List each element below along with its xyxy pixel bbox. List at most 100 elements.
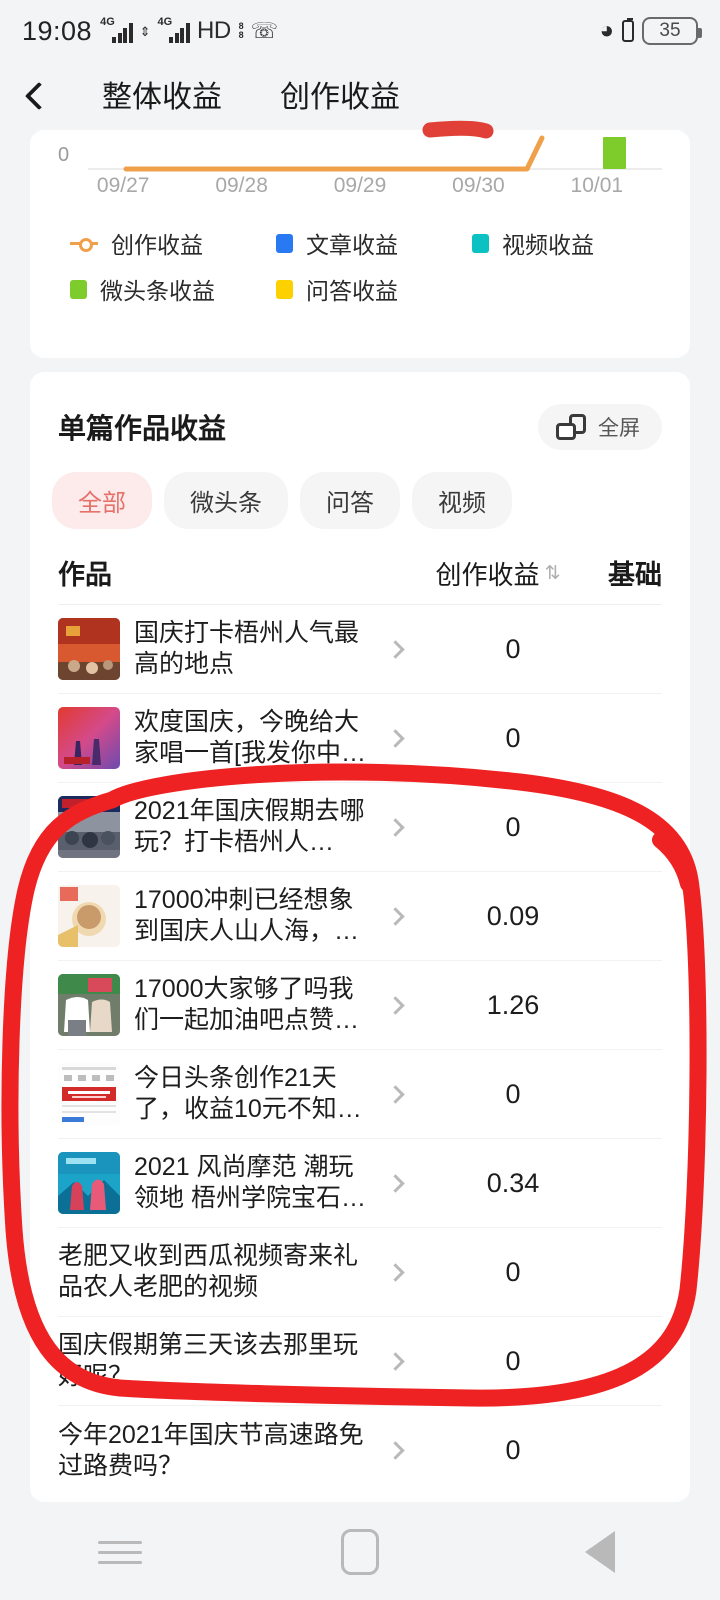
- legend-swatch-video-icon: [472, 233, 489, 253]
- row-chevron-icon[interactable]: [372, 817, 418, 837]
- table-row[interactable]: 今年2021年国庆节高速路免过路费吗？ 0: [58, 1406, 662, 1495]
- table-row[interactable]: 2021年国庆假期去哪玩？打卡梧州人… 0: [58, 783, 662, 872]
- legend-item-article[interactable]: 文章收益: [276, 226, 472, 260]
- status-bar-left: 19:08 4G ⇕ 4G HD 8 8 ☏: [22, 16, 278, 47]
- chart-legend: 创作收益 文章收益 视频收益 微头条收益 问答收益: [30, 220, 690, 312]
- work-income-value: 0: [505, 1435, 521, 1465]
- hd-sim-icon: 8 8: [239, 22, 244, 40]
- system-home-button[interactable]: [300, 1522, 420, 1582]
- home-icon: [341, 1529, 379, 1575]
- work-title: 今日头条创作21天了，收益10元不知…: [134, 1064, 362, 1123]
- work-income-value: 1.26: [486, 989, 540, 1020]
- column-header-income[interactable]: 创作收益 ⇅: [385, 555, 608, 592]
- filter-chip-group: 全部 微头条 问答 视频: [30, 450, 690, 529]
- tab-overall-income[interactable]: 整体收益: [102, 72, 222, 120]
- work-title: 今年2021年国庆节高速路免过路费吗？: [58, 1420, 364, 1480]
- legend-line-marker-icon: [70, 237, 98, 252]
- work-income-value: 0: [505, 811, 521, 842]
- legend-label-article: 文章收益: [306, 232, 398, 258]
- work-thumbnail: [58, 885, 120, 947]
- network-type-1: 4G: [100, 16, 115, 28]
- row-chevron-icon[interactable]: [372, 906, 418, 926]
- legend-row-2: 微头条收益 问答收益: [70, 266, 650, 312]
- system-back-button[interactable]: [540, 1522, 660, 1582]
- work-income-value: 0: [505, 633, 521, 664]
- work-thumbnail: [58, 1152, 120, 1214]
- x-tick-0: 09/27: [96, 174, 150, 197]
- row-chevron-icon[interactable]: [372, 1173, 418, 1193]
- work-thumbnail: [58, 618, 120, 680]
- phone-screen: 19:08 4G ⇕ 4G HD 8 8 ☏ ◕ 35 整体收益 创作收益 0 …: [0, 0, 720, 1600]
- work-title: 2021 风尚摩范 潮玩领地 梧州学院宝石…: [134, 1153, 366, 1212]
- legend-item-qa[interactable]: 问答收益: [276, 272, 472, 306]
- list-card-title: 单篇作品收益: [58, 413, 227, 444]
- table-row[interactable]: 国庆假期第三天该去那里玩好呢？ 0: [58, 1317, 662, 1406]
- table-row[interactable]: 17000冲刺已经想象到国庆人山人海，… 0.09: [58, 872, 662, 961]
- legend-row-1: 创作收益 文章收益 视频收益: [70, 220, 650, 266]
- work-title: 国庆假期第三天该去那里玩好呢？: [58, 1331, 359, 1390]
- work-title: 国庆打卡梧州人气最高的地点: [134, 619, 360, 678]
- legend-label-video: 视频收益: [502, 232, 594, 258]
- hd-sim-bottom: 8: [238, 30, 244, 40]
- list-card-header: 单篇作品收益 全屏: [30, 372, 690, 450]
- row-chevron-icon[interactable]: [372, 1441, 418, 1460]
- system-menu-button[interactable]: [60, 1522, 180, 1582]
- row-chevron-icon[interactable]: [372, 1084, 418, 1104]
- income-chart-card: 0 09/27 09/28 09/29 09/30 10/01 创作收益 文章收…: [30, 130, 690, 358]
- signal-icon-2: 4G: [156, 16, 190, 43]
- table-row[interactable]: 2021 风尚摩范 潮玩领地 梧州学院宝石… 0.34: [58, 1139, 662, 1228]
- row-chevron-icon[interactable]: [372, 995, 418, 1015]
- x-tick-4: 10/01: [570, 174, 624, 197]
- chip-video[interactable]: 视频: [412, 472, 512, 529]
- single-work-income-card: 单篇作品收益 全屏 全部 微头条 问答 视频 作品 创作收益 ⇅ 基础 国庆打卡…: [30, 372, 690, 1502]
- rotate-fullscreen-icon: [556, 414, 586, 440]
- chip-weitoutiao[interactable]: 微头条: [164, 472, 288, 529]
- legend-label-creation: 创作收益: [111, 232, 203, 258]
- chart-plot-area: 0 09/27 09/28 09/29 09/30 10/01: [30, 130, 690, 210]
- table-row[interactable]: 17000大家够了吗我们一起加油吧点赞… 1.26: [58, 961, 662, 1050]
- legend-swatch-article-icon: [276, 233, 293, 253]
- x-tick-1: 09/28: [215, 174, 268, 197]
- battery-level: 35: [659, 20, 681, 41]
- chip-qa[interactable]: 问答: [300, 472, 400, 529]
- system-navigation-bar: [0, 1504, 720, 1600]
- battery-icon: 35: [642, 17, 702, 45]
- legend-item-creation[interactable]: 创作收益: [70, 226, 276, 260]
- legend-item-weitoutiao[interactable]: 微头条收益: [70, 272, 276, 306]
- legend-swatch-weitoutiao-icon: [70, 279, 87, 299]
- work-title: 老肥又收到西瓜视频寄来礼品农人老肥的视频: [58, 1242, 359, 1301]
- x-tick-3: 09/30: [452, 174, 505, 197]
- work-thumbnail: [58, 796, 120, 858]
- toutiao-bar-1001: [603, 137, 626, 169]
- row-chevron-icon[interactable]: [372, 639, 418, 659]
- column-header-work: 作品: [58, 560, 112, 590]
- table-row[interactable]: 欢度国庆，今晚给大家唱一首[我发你中… 0: [58, 694, 662, 783]
- legend-swatch-qa-icon: [276, 279, 293, 299]
- table-row[interactable]: 国庆打卡梧州人气最高的地点 0: [58, 605, 662, 694]
- fullscreen-label: 全屏: [598, 417, 640, 440]
- sort-updown-icon[interactable]: ⇅: [545, 562, 561, 585]
- legend-item-video[interactable]: 视频收益: [472, 226, 594, 260]
- status-time: 19:08: [22, 15, 93, 46]
- tab-creation-income[interactable]: 创作收益: [280, 72, 400, 120]
- creation-income-line: [123, 135, 545, 172]
- row-chevron-icon[interactable]: [372, 1351, 418, 1371]
- table-row[interactable]: 今日头条创作21天了，收益10元不知… 0: [58, 1050, 662, 1139]
- legend-label-qa: 问答收益: [306, 278, 398, 304]
- signal-icon-1: 4G: [99, 16, 133, 43]
- work-thumbnail: [58, 1063, 120, 1125]
- row-chevron-icon[interactable]: [372, 728, 418, 748]
- work-title: 17000冲刺已经想象到国庆人山人海，…: [134, 886, 360, 945]
- work-income-value: 0: [505, 722, 521, 753]
- chip-all[interactable]: 全部: [52, 472, 152, 529]
- back-triangle-icon: [585, 1531, 615, 1573]
- small-battery-icon: [622, 18, 634, 42]
- fullscreen-button[interactable]: 全屏: [538, 404, 662, 450]
- nav-tab-list: 整体收益 创作收益: [102, 72, 400, 120]
- nav-bar: 整体收益 创作收益: [0, 62, 720, 130]
- work-title: 欢度国庆，今晚给大家唱一首[我发你中…: [134, 708, 366, 767]
- table-row[interactable]: 老肥又收到西瓜视频寄来礼品农人老肥的视频 0: [58, 1228, 662, 1317]
- work-income-value: 0: [505, 1345, 521, 1376]
- row-chevron-icon[interactable]: [372, 1262, 418, 1282]
- back-button[interactable]: [0, 62, 78, 130]
